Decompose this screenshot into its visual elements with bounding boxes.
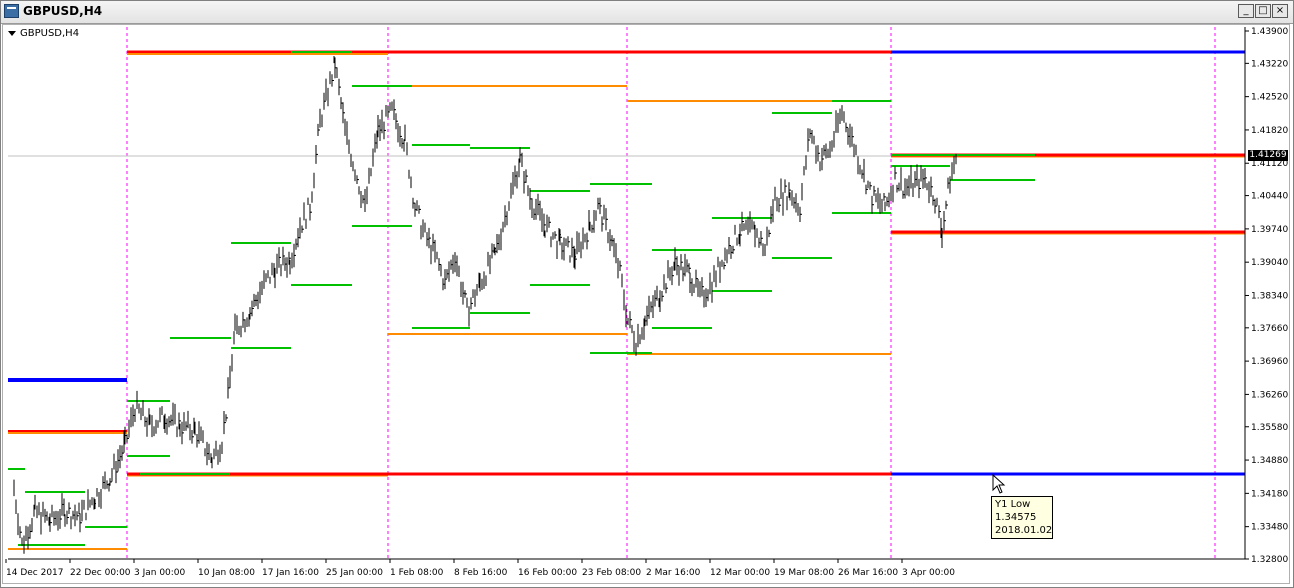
x-tick-label: 22 Dec 00:00 (70, 568, 131, 578)
y-tick-label: 1.40440 (1251, 192, 1288, 202)
tooltip-title: Y1 Low (995, 499, 1031, 510)
y-tick-label: 1.33480 (1251, 523, 1288, 533)
x-tick-label: 23 Feb 08:00 (582, 568, 641, 578)
x-tick-label: 8 Feb 16:00 (454, 568, 508, 578)
price-chart[interactable]: 1.439001.432201.425201.418201.411201.404… (0, 0, 1294, 588)
x-tick-label: 19 Mar 08:00 (774, 568, 834, 578)
y-tick-label: 1.43220 (1251, 59, 1288, 69)
y-tick-label: 1.34880 (1251, 456, 1288, 466)
y-tick-label: 1.41820 (1251, 126, 1288, 136)
y-tick-label: 1.37660 (1251, 324, 1288, 334)
x-tick-label: 12 Mar 00:00 (710, 568, 770, 578)
price-axis: 1.439001.432201.425201.418201.411201.404… (1244, 27, 1288, 565)
y-tick-label: 1.39040 (1251, 258, 1288, 268)
x-tick-label: 1 Feb 08:00 (390, 568, 444, 578)
price-bars (13, 56, 957, 554)
y-tick-label: 1.43900 (1251, 27, 1288, 37)
y-tick-label: 1.35580 (1251, 423, 1288, 433)
y-tick-label: 1.36260 (1251, 390, 1288, 400)
x-tick-label: 16 Feb 00:00 (518, 568, 577, 578)
symbol-label-text: GBPUSD,H4 (20, 28, 80, 39)
x-tick-label: 3 Jan 00:00 (134, 568, 186, 578)
level-lines (8, 50, 1245, 550)
period-separators (126, 27, 1216, 559)
y-tick-label: 1.32800 (1251, 555, 1288, 565)
tooltip-price: 1.34575 (995, 512, 1037, 523)
x-tick-label: 2 Mar 16:00 (646, 568, 701, 578)
y-tick-label: 1.34180 (1251, 489, 1288, 499)
tooltip-date: 2018.01.02 (995, 525, 1053, 536)
current-price-badge: 1.41269 (1248, 150, 1288, 161)
dropdown-arrow-icon[interactable] (8, 30, 16, 36)
x-tick-label: 25 Jan 00:00 (326, 568, 383, 578)
time-axis: 14 Dec 2017 22 Dec 00:00 3 Jan 00:00 10 Jan… (5, 558, 1245, 578)
y-tick-label: 1.38340 (1251, 291, 1288, 301)
x-tick-label: 17 Jan 16:00 (262, 568, 319, 578)
x-tick-label: 14 Dec 2017 (6, 568, 64, 578)
y-tick-label: 1.39740 (1251, 225, 1288, 235)
x-tick-label: 10 Jan 08:00 (198, 568, 255, 578)
symbol-label[interactable]: GBPUSD,H4 (8, 28, 79, 39)
x-tick-label: 3 Apr 00:00 (902, 568, 955, 578)
mouse-cursor-icon (992, 474, 1006, 494)
y-tick-label: 1.36960 (1251, 357, 1288, 367)
level-tooltip: Y1 Low 1.34575 2018.01.02 (991, 496, 1053, 539)
y-tick-label: 1.42520 (1251, 93, 1288, 103)
x-tick-label: 26 Mar 16:00 (838, 568, 898, 578)
